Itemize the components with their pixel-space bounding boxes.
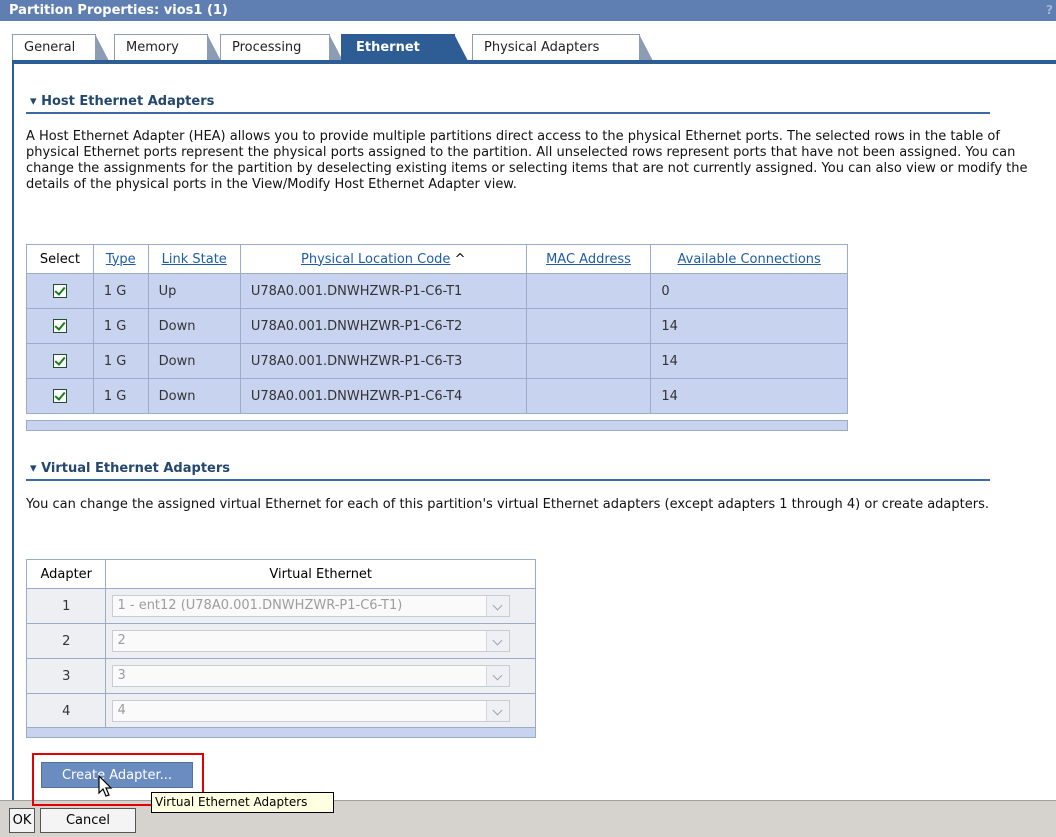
cell-mac <box>525 343 652 379</box>
veth-section-title: Virtual Ethernet Adapters <box>41 461 231 476</box>
table-row: 1 G Down U78A0.001.DNWHZWR-P1-C6-T4 14 <box>26 378 848 414</box>
window-title-bar: Partition Properties: vios1 (1) ? <box>0 0 1056 21</box>
veth-description: You can change the assigned virtual Ethe… <box>26 497 989 512</box>
table-row: 2 2 <box>25 623 536 659</box>
cell-available: 14 <box>650 378 848 414</box>
tab-general[interactable]: General <box>12 34 109 61</box>
cell-type: 1 G <box>92 308 149 344</box>
hea-table: Select Type Link State Physical Location… <box>26 244 848 414</box>
cell-available: 0 <box>650 273 848 309</box>
veth-table-footer <box>26 727 536 738</box>
tab-ethernet[interactable]: Ethernet <box>341 34 468 61</box>
table-row: 3 3 <box>25 658 536 694</box>
cell-mac <box>525 308 652 344</box>
cell-type: 1 G <box>92 343 149 379</box>
cell-mac <box>525 273 652 309</box>
cell-type: 1 G <box>92 273 149 309</box>
column-select: Select <box>26 244 94 274</box>
tab-memory[interactable]: Memory <box>114 34 221 61</box>
hea-section-title: Host Ethernet Adapters <box>41 94 215 109</box>
select-value: 1 - ent12 (U78A0.001.DNWHZWR-P1-C6-T1) <box>117 598 403 613</box>
column-mac-link[interactable]: MAC Address <box>546 252 631 267</box>
tab-processing[interactable]: Processing <box>220 34 343 61</box>
pointer-cursor-icon <box>98 775 113 797</box>
table-row: 1 G Down U78A0.001.DNWHZWR-P1-C6-T2 14 <box>26 308 848 344</box>
cell-link-state: Down <box>147 343 241 379</box>
cell-link-state: Down <box>147 378 241 414</box>
hea-table-footer <box>26 420 848 431</box>
select-value: 4 <box>117 703 126 718</box>
cell-type: 1 G <box>92 378 149 414</box>
tooltip: Virtual Ethernet Adapters <box>151 792 334 813</box>
column-type-link[interactable]: Type <box>106 252 136 267</box>
cell-location: U78A0.001.DNWHZWR-P1-C6-T3 <box>239 343 527 379</box>
tab-physical-adapters[interactable]: Physical Adapters <box>472 34 653 61</box>
veth-section-rule <box>26 479 990 481</box>
sort-ascending-icon[interactable]: ^ <box>455 252 466 267</box>
help-icon[interactable]: ? <box>1046 0 1053 21</box>
row-select-checkbox[interactable] <box>52 389 67 403</box>
window-title: Partition Properties: vios1 (1) <box>9 3 228 18</box>
cell-available: 14 <box>650 308 848 344</box>
row-select-checkbox[interactable] <box>52 319 67 333</box>
chevron-down-icon[interactable] <box>486 631 510 651</box>
virtual-ethernet-select[interactable]: 2 <box>112 630 511 652</box>
column-virtual-ethernet: Virtual Ethernet <box>105 559 536 589</box>
cell-link-state: Down <box>147 308 241 344</box>
cell-adapter: 3 <box>25 658 107 694</box>
table-row: 4 4 <box>25 693 536 729</box>
veth-section-header[interactable]: ▾ Virtual Ethernet Adapters <box>30 461 230 476</box>
row-select-checkbox[interactable] <box>52 284 67 298</box>
select-value: 2 <box>117 633 126 648</box>
ok-button[interactable]: OK <box>9 808 35 833</box>
column-location-link[interactable]: Physical Location Code <box>301 252 450 267</box>
virtual-ethernet-select[interactable]: 1 - ent12 (U78A0.001.DNWHZWR-P1-C6-T1) <box>112 595 511 617</box>
cancel-button[interactable]: Cancel <box>40 808 136 833</box>
cell-adapter: 2 <box>25 623 107 659</box>
collapse-triangle-icon: ▾ <box>30 94 37 109</box>
hea-description: A Host Ethernet Adapter (HEA) allows you… <box>26 129 1028 192</box>
hea-section-rule <box>26 112 990 114</box>
table-row: 1 1 - ent12 (U78A0.001.DNWHZWR-P1-C6-T1) <box>25 588 536 624</box>
cell-location: U78A0.001.DNWHZWR-P1-C6-T4 <box>239 378 527 414</box>
chevron-down-icon[interactable] <box>486 666 510 686</box>
cell-mac <box>525 378 652 414</box>
cell-link-state: Up <box>147 273 241 309</box>
cell-adapter: 1 <box>25 588 107 624</box>
cell-available: 14 <box>650 343 848 379</box>
chevron-down-icon[interactable] <box>486 701 510 721</box>
row-select-checkbox[interactable] <box>52 354 67 368</box>
tab-strip: General Memory Processing Ethernet Physi… <box>0 21 1056 64</box>
column-available-link[interactable]: Available Connections <box>678 252 821 267</box>
hea-section-header[interactable]: ▾ Host Ethernet Adapters <box>30 94 214 109</box>
collapse-triangle-icon: ▾ <box>30 461 37 476</box>
cell-adapter: 4 <box>25 693 107 729</box>
table-row: 1 G Down U78A0.001.DNWHZWR-P1-C6-T3 14 <box>26 343 848 379</box>
cell-location: U78A0.001.DNWHZWR-P1-C6-T1 <box>239 273 527 309</box>
virtual-ethernet-select[interactable]: 3 <box>112 665 511 687</box>
column-link-state-link[interactable]: Link State <box>162 252 227 267</box>
cell-location: U78A0.001.DNWHZWR-P1-C6-T2 <box>239 308 527 344</box>
column-adapter: Adapter <box>25 559 107 589</box>
virtual-ethernet-select[interactable]: 4 <box>112 700 511 722</box>
table-row: 1 G Up U78A0.001.DNWHZWR-P1-C6-T1 0 <box>26 273 848 309</box>
chevron-down-icon[interactable] <box>486 596 510 616</box>
veth-table: Adapter Virtual Ethernet 1 1 - ent12 (U7… <box>25 559 536 729</box>
select-value: 3 <box>117 668 126 683</box>
